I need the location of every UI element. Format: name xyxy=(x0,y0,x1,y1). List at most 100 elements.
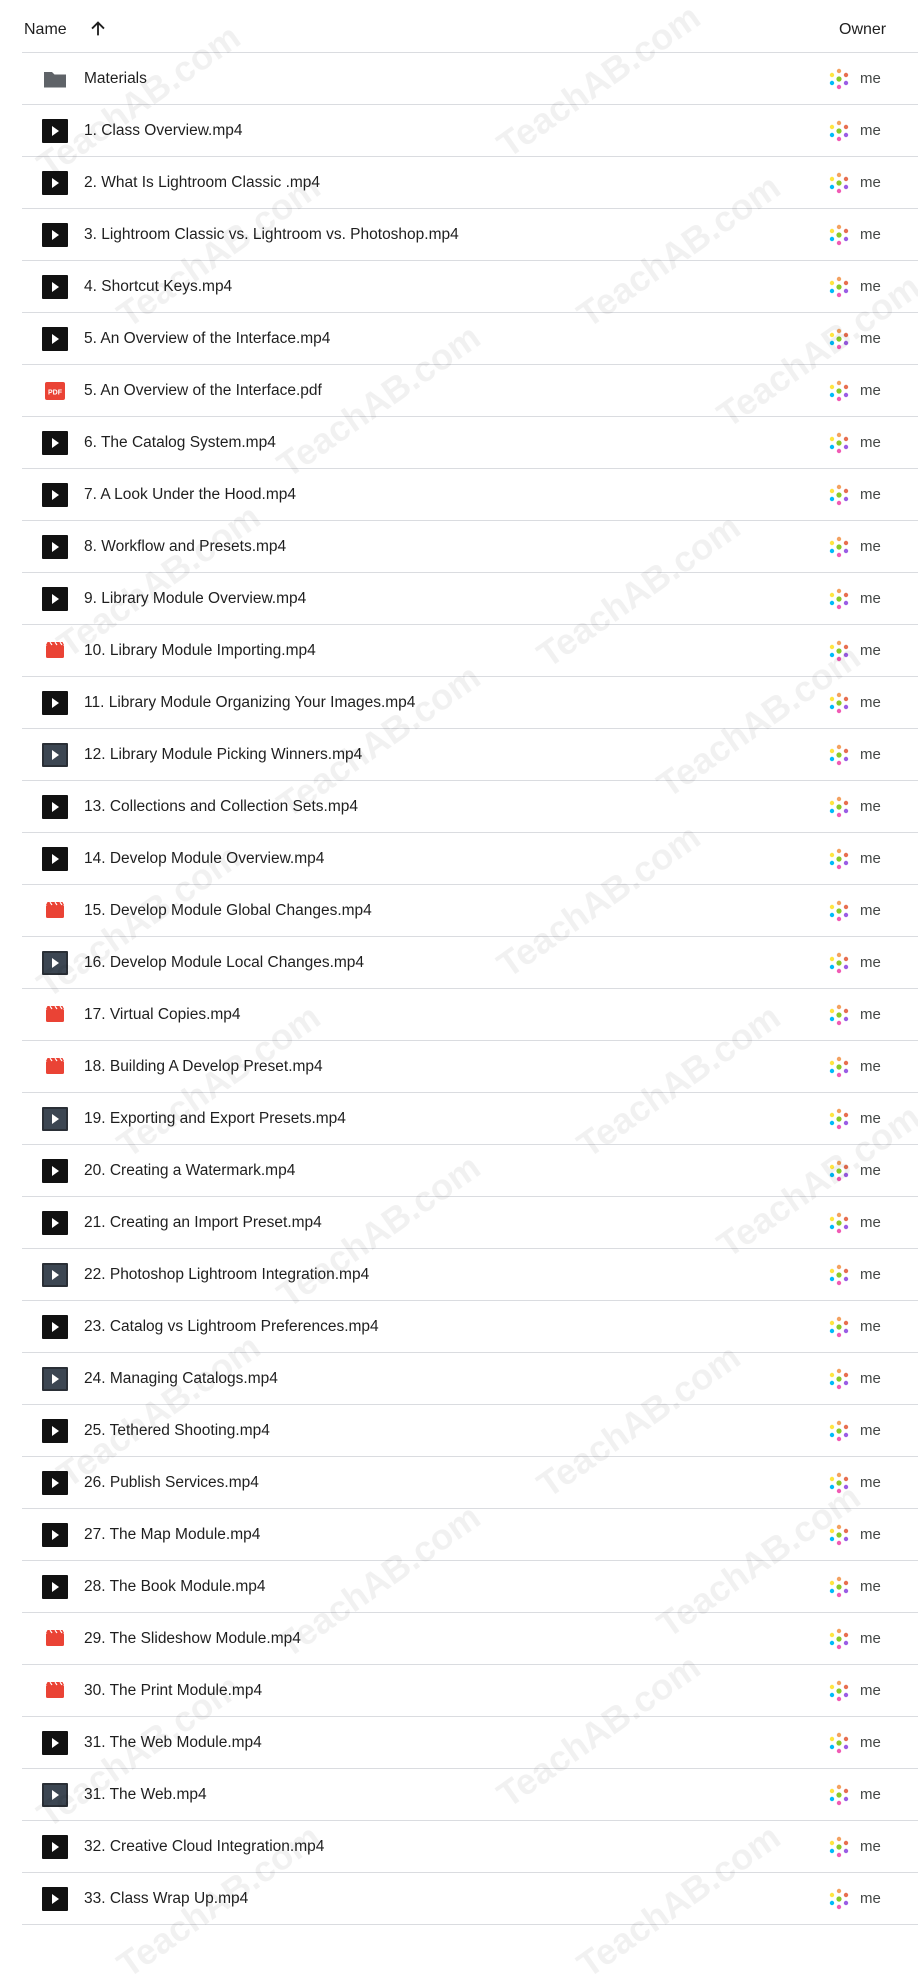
file-row[interactable]: 33. Class Wrap Up.mp4 me xyxy=(22,1873,918,1925)
sort-ascending-arrow-icon[interactable] xyxy=(87,18,109,40)
owner-name: me xyxy=(860,1890,881,1907)
owner-name: me xyxy=(860,1682,881,1699)
owner-name: me xyxy=(860,434,881,451)
name-column-header[interactable]: Name xyxy=(24,21,67,39)
file-name[interactable]: 32. Creative Cloud Integration.mp4 xyxy=(84,1838,324,1856)
file-row[interactable]: 27. The Map Module.mp4 me xyxy=(22,1509,918,1561)
owner-avatar-icon xyxy=(827,67,851,91)
file-row[interactable]: Materials me xyxy=(22,53,918,105)
video-icon xyxy=(42,1731,68,1755)
file-row[interactable]: 23. Catalog vs Lightroom Preferences.mp4… xyxy=(22,1301,918,1353)
owner-avatar-icon xyxy=(827,223,851,247)
file-row[interactable]: 24. Managing Catalogs.mp4 me xyxy=(22,1353,918,1405)
file-row[interactable]: 26. Publish Services.mp4 me xyxy=(22,1457,918,1509)
owner-name: me xyxy=(860,1318,881,1335)
file-name[interactable]: 2. What Is Lightroom Classic .mp4 xyxy=(84,174,320,192)
file-name[interactable]: 5. An Overview of the Interface.mp4 xyxy=(84,330,330,348)
file-name[interactable]: 31. The Web.mp4 xyxy=(84,1786,207,1804)
file-row[interactable]: 32. Creative Cloud Integration.mp4 me xyxy=(22,1821,918,1873)
file-name[interactable]: 18. Building A Develop Preset.mp4 xyxy=(84,1058,323,1076)
owner-name: me xyxy=(860,486,881,503)
file-row[interactable]: 10. Library Module Importing.mp4 me xyxy=(22,625,918,677)
file-row[interactable]: 22. Photoshop Lightroom Integration.mp4 m… xyxy=(22,1249,918,1301)
file-name[interactable]: 9. Library Module Overview.mp4 xyxy=(84,590,306,608)
file-row[interactable]: 16. Develop Module Local Changes.mp4 me xyxy=(22,937,918,989)
file-name[interactable]: 31. The Web Module.mp4 xyxy=(84,1734,262,1752)
file-name[interactable]: 29. The Slideshow Module.mp4 xyxy=(84,1630,301,1648)
video-thumb-icon xyxy=(42,951,68,975)
owner-name: me xyxy=(860,1110,881,1127)
file-row[interactable]: 17. Virtual Copies.mp4 me xyxy=(22,989,918,1041)
file-name[interactable]: 19. Exporting and Export Presets.mp4 xyxy=(84,1110,346,1128)
file-row[interactable]: 12. Library Module Picking Winners.mp4 me xyxy=(22,729,918,781)
file-row[interactable]: PDF 5. An Overview of the Interface.pdf me xyxy=(22,365,918,417)
owner-avatar-icon xyxy=(827,847,851,871)
file-name[interactable]: 4. Shortcut Keys.mp4 xyxy=(84,278,232,296)
file-name[interactable]: Materials xyxy=(84,70,147,88)
file-name[interactable]: 1. Class Overview.mp4 xyxy=(84,122,243,140)
file-row[interactable]: 21. Creating an Import Preset.mp4 me xyxy=(22,1197,918,1249)
file-name[interactable]: 8. Workflow and Presets.mp4 xyxy=(84,538,286,556)
owner-avatar-icon xyxy=(827,639,851,663)
file-name[interactable]: 20. Creating a Watermark.mp4 xyxy=(84,1162,295,1180)
file-name[interactable]: 26. Publish Services.mp4 xyxy=(84,1474,259,1492)
video-icon xyxy=(42,483,68,507)
file-row[interactable]: 28. The Book Module.mp4 me xyxy=(22,1561,918,1613)
file-name[interactable]: 27. The Map Module.mp4 xyxy=(84,1526,260,1544)
file-name[interactable]: 33. Class Wrap Up.mp4 xyxy=(84,1890,248,1908)
video-icon xyxy=(42,1835,68,1859)
file-row[interactable]: 7. A Look Under the Hood.mp4 me xyxy=(22,469,918,521)
file-row[interactable]: 11. Library Module Organizing Your Image… xyxy=(22,677,918,729)
file-row[interactable]: 5. An Overview of the Interface.mp4 me xyxy=(22,313,918,365)
file-name[interactable]: 13. Collections and Collection Sets.mp4 xyxy=(84,798,358,816)
file-row[interactable]: 1. Class Overview.mp4 me xyxy=(22,105,918,157)
owner-name: me xyxy=(860,1786,881,1803)
owner-avatar-icon xyxy=(827,1003,851,1027)
file-row[interactable]: 15. Develop Module Global Changes.mp4 me xyxy=(22,885,918,937)
file-name[interactable]: 23. Catalog vs Lightroom Preferences.mp4 xyxy=(84,1318,379,1336)
file-name[interactable]: 11. Library Module Organizing Your Image… xyxy=(84,694,415,712)
file-name[interactable]: 22. Photoshop Lightroom Integration.mp4 xyxy=(84,1266,369,1284)
file-row[interactable]: 18. Building A Develop Preset.mp4 me xyxy=(22,1041,918,1093)
file-name[interactable]: 14. Develop Module Overview.mp4 xyxy=(84,850,324,868)
file-row[interactable]: 9. Library Module Overview.mp4 me xyxy=(22,573,918,625)
file-row[interactable]: 30. The Print Module.mp4 me xyxy=(22,1665,918,1717)
file-name[interactable]: 16. Develop Module Local Changes.mp4 xyxy=(84,954,364,972)
video-icon xyxy=(42,327,68,351)
file-name[interactable]: 28. The Book Module.mp4 xyxy=(84,1578,266,1596)
file-name[interactable]: 25. Tethered Shooting.mp4 xyxy=(84,1422,270,1440)
file-name[interactable]: 3. Lightroom Classic vs. Lightroom vs. P… xyxy=(84,226,459,244)
file-name[interactable]: 5. An Overview of the Interface.pdf xyxy=(84,382,322,400)
file-row[interactable]: 2. What Is Lightroom Classic .mp4 me xyxy=(22,157,918,209)
file-name[interactable]: 7. A Look Under the Hood.mp4 xyxy=(84,486,296,504)
file-name[interactable]: 10. Library Module Importing.mp4 xyxy=(84,642,316,660)
file-row[interactable]: 8. Workflow and Presets.mp4 me xyxy=(22,521,918,573)
file-row[interactable]: 31. The Web.mp4 me xyxy=(22,1769,918,1821)
file-row[interactable]: 19. Exporting and Export Presets.mp4 me xyxy=(22,1093,918,1145)
owner-avatar-icon xyxy=(827,795,851,819)
file-name[interactable]: 17. Virtual Copies.mp4 xyxy=(84,1006,241,1024)
owner-name: me xyxy=(860,1422,881,1439)
film-icon xyxy=(42,639,68,663)
file-row[interactable]: 6. The Catalog System.mp4 me xyxy=(22,417,918,469)
file-name[interactable]: 12. Library Module Picking Winners.mp4 xyxy=(84,746,362,764)
video-thumb-icon xyxy=(42,743,68,767)
video-thumb-icon xyxy=(42,1367,68,1391)
owner-name: me xyxy=(860,902,881,919)
file-name[interactable]: 6. The Catalog System.mp4 xyxy=(84,434,276,452)
owner-avatar-icon xyxy=(827,327,851,351)
file-name[interactable]: 24. Managing Catalogs.mp4 xyxy=(84,1370,278,1388)
owner-avatar-icon xyxy=(827,379,851,403)
pdf-icon: PDF xyxy=(42,379,68,403)
file-row[interactable]: 25. Tethered Shooting.mp4 me xyxy=(22,1405,918,1457)
file-row[interactable]: 3. Lightroom Classic vs. Lightroom vs. P… xyxy=(22,209,918,261)
file-row[interactable]: 14. Develop Module Overview.mp4 me xyxy=(22,833,918,885)
file-row[interactable]: 31. The Web Module.mp4 me xyxy=(22,1717,918,1769)
file-row[interactable]: 4. Shortcut Keys.mp4 me xyxy=(22,261,918,313)
file-name[interactable]: 30. The Print Module.mp4 xyxy=(84,1682,262,1700)
file-row[interactable]: 13. Collections and Collection Sets.mp4 m… xyxy=(22,781,918,833)
file-name[interactable]: 21. Creating an Import Preset.mp4 xyxy=(84,1214,322,1232)
file-row[interactable]: 20. Creating a Watermark.mp4 me xyxy=(22,1145,918,1197)
file-row[interactable]: 29. The Slideshow Module.mp4 me xyxy=(22,1613,918,1665)
file-name[interactable]: 15. Develop Module Global Changes.mp4 xyxy=(84,902,372,920)
